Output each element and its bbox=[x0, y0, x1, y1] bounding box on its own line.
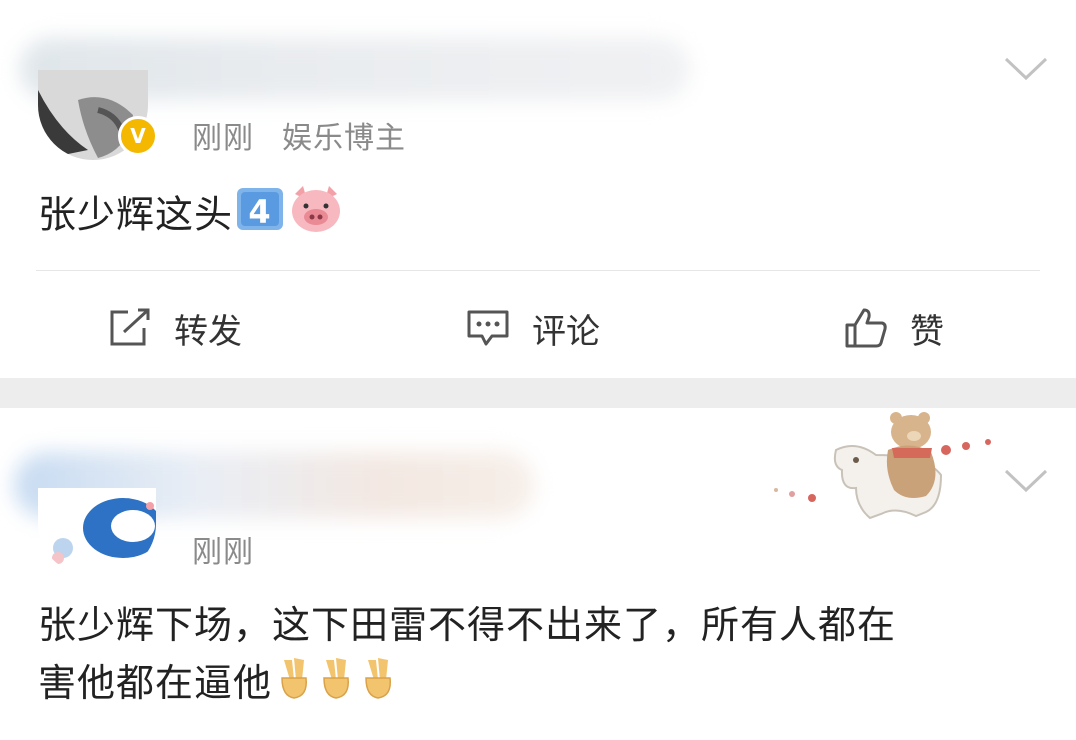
comment-label: 评论 bbox=[532, 311, 600, 352]
thumbs-up-icon bbox=[845, 308, 887, 348]
weibo-post-1: V 刚刚 娱乐博主 张少辉这头 4 转发 评论 赞 bbox=[0, 0, 1076, 378]
like-button[interactable]: 赞 bbox=[844, 300, 944, 356]
comment-button[interactable]: 评论 bbox=[466, 300, 600, 356]
post-content: 张少辉这头 4 bbox=[38, 184, 343, 250]
victory-hand-emoji bbox=[274, 656, 314, 716]
avatar[interactable] bbox=[38, 488, 156, 574]
post-content: 张少辉下场，这下田雷不得不出来了，所有人都在 害他都在逼他 bbox=[38, 596, 896, 716]
repost-icon bbox=[110, 308, 150, 346]
post-text-line-1: 张少辉下场，这下田雷不得不出来了，所有人都在 bbox=[38, 603, 897, 647]
pig-face-emoji bbox=[289, 184, 343, 250]
keycap-4-emoji: 4 bbox=[235, 186, 287, 248]
post-text: 张少辉这头 bbox=[38, 192, 234, 237]
repost-button[interactable]: 转发 bbox=[108, 300, 242, 356]
verified-badge-icon: V bbox=[118, 116, 158, 156]
post-text-line-2-wrap: 害他都在逼他 bbox=[38, 654, 896, 716]
divider bbox=[36, 270, 1040, 271]
svg-text:4: 4 bbox=[248, 193, 271, 231]
post-meta: 刚刚 bbox=[192, 527, 254, 571]
victory-hand-emoji bbox=[316, 656, 356, 716]
bear-on-horse-sticker-icon bbox=[774, 412, 991, 520]
comment-icon bbox=[467, 310, 509, 346]
post-time: 刚刚 bbox=[192, 121, 254, 156]
post-text-line-2: 害他都在逼他 bbox=[38, 661, 273, 705]
post-time: 刚刚 bbox=[192, 535, 254, 570]
repost-label: 转发 bbox=[174, 311, 242, 352]
post-meta: 刚刚 娱乐博主 bbox=[192, 113, 406, 157]
post-separator bbox=[0, 378, 1076, 408]
post-tag: 娱乐博主 bbox=[282, 121, 406, 156]
chevron-down-icon[interactable] bbox=[1004, 56, 1048, 82]
victory-hand-emoji bbox=[358, 656, 398, 716]
like-label: 赞 bbox=[910, 311, 944, 352]
chevron-down-icon[interactable] bbox=[1004, 468, 1048, 494]
weibo-post-2: 刚刚 张少辉下场，这下田雷不得不出来了，所有人都在 害他都在逼他 bbox=[0, 408, 1076, 740]
